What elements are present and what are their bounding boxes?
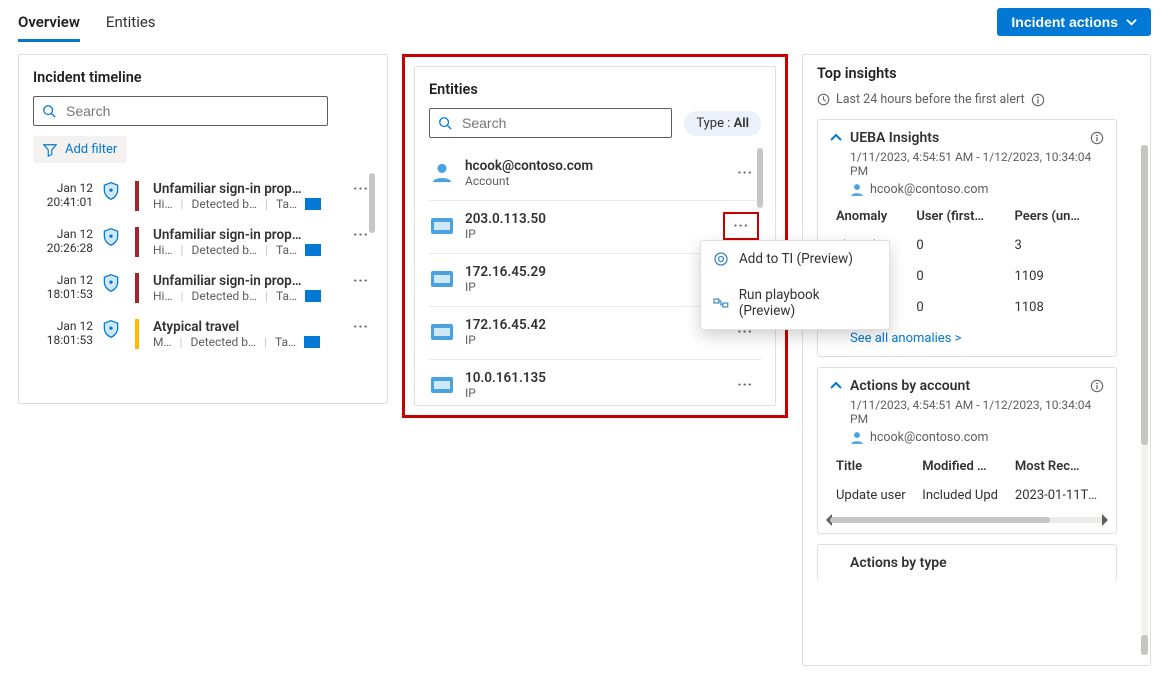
ip-icon [431, 377, 453, 393]
entities-search-input[interactable] [460, 114, 663, 132]
entity-more-menu[interactable]: ··· [731, 165, 759, 181]
account-icon [431, 162, 453, 184]
severity-bar-medium [135, 319, 139, 349]
timeline-search[interactable] [33, 96, 328, 126]
add-filter-label: Add filter [65, 142, 117, 157]
timeline-more-menu[interactable]: ··· [349, 273, 373, 289]
ip-icon [431, 324, 453, 340]
timeline-more-menu[interactable]: ··· [349, 319, 373, 335]
target-icon [713, 251, 729, 267]
entities-type-filter[interactable]: Type : All [684, 111, 761, 136]
add-filter-button[interactable]: Add filter [33, 136, 127, 163]
tab-entities[interactable]: Entities [106, 3, 156, 42]
actions-h-scrollbar[interactable] [830, 517, 1104, 523]
actions-by-type-card: Actions by type [817, 544, 1117, 581]
shield-icon [101, 181, 121, 201]
actions-table: TitleModified …Most Rec… Update userIncl… [830, 453, 1104, 511]
timeline-item[interactable]: Jan 1220:26:28 Unfamiliar sign-in prop… … [33, 219, 373, 265]
shield-icon [101, 227, 121, 247]
entities-title: Entities [429, 81, 761, 98]
timeline-item[interactable]: Jan 1218:01:53 Unfamiliar sign-in prop… … [33, 265, 373, 311]
tactic-icon [304, 336, 320, 348]
info-icon[interactable] [1031, 93, 1045, 107]
filter-icon [43, 143, 57, 157]
shield-icon [101, 273, 121, 293]
entities-scrollbar[interactable] [757, 148, 763, 208]
search-icon [438, 116, 452, 130]
chevron-up-icon[interactable] [830, 380, 842, 392]
info-icon[interactable] [1090, 379, 1104, 393]
chevron-up-icon[interactable] [830, 132, 842, 144]
info-icon[interactable] [1090, 131, 1104, 145]
entity-context-menu: Add to TI (Preview) Run playbook (Previe… [700, 240, 890, 330]
see-all-anomalies-link[interactable]: See all anomalies > [850, 331, 961, 346]
ueba-user: hcook@contoso.com [850, 182, 1104, 197]
severity-bar-high [135, 181, 139, 211]
timeline-scrollbar[interactable] [369, 173, 375, 233]
ip-icon [431, 218, 453, 234]
clock-icon [817, 93, 830, 106]
timeline-title: Incident timeline [33, 69, 373, 86]
severity-bar-high [135, 273, 139, 303]
entity-row[interactable]: hcook@contoso.comAccount ··· [429, 148, 761, 201]
timeline-search-input[interactable] [64, 102, 319, 120]
menu-run-playbook[interactable]: Run playbook (Preview) [701, 277, 889, 329]
insights-subtitle: Last 24 hours before the first alert [817, 92, 1146, 107]
ip-icon [431, 271, 453, 287]
chevron-down-icon [1126, 17, 1137, 28]
tab-overview[interactable]: Overview [18, 3, 80, 42]
tactic-icon [305, 198, 321, 210]
table-row[interactable]: Update userIncluded Upd2023-01-11T00 [830, 480, 1104, 511]
insights-scrollbar[interactable] [1141, 145, 1148, 655]
incident-actions-button[interactable]: Incident actions [997, 8, 1151, 36]
playbook-icon [713, 295, 729, 311]
entities-highlight-box: Entities Type : All [402, 54, 788, 418]
entities-search[interactable] [429, 108, 672, 138]
actions-by-account-card: Actions by account 1/11/2023, 4:54:51 AM… [817, 367, 1117, 534]
entity-more-menu[interactable]: ··· [731, 377, 759, 393]
severity-bar-high [135, 227, 139, 257]
incident-actions-label: Incident actions [1011, 14, 1118, 30]
tactic-icon [305, 290, 321, 302]
entity-row[interactable]: 10.0.161.135IP ··· [429, 360, 761, 406]
timeline-item[interactable]: Jan 1220:41:01 Unfamiliar sign-in prop… … [33, 173, 373, 219]
insights-title: Top insights [817, 65, 1146, 82]
timeline-item[interactable]: Jan 1218:01:53 Atypical travel M…|Detect… [33, 311, 373, 357]
entity-more-menu-highlighted[interactable]: ··· [723, 212, 759, 240]
account-icon [850, 431, 864, 445]
search-icon [42, 104, 56, 118]
account-icon [850, 183, 864, 197]
actions-user: hcook@contoso.com [850, 430, 1104, 445]
menu-add-to-ti[interactable]: Add to TI (Preview) [701, 241, 889, 277]
shield-icon [101, 319, 121, 339]
tactic-icon [305, 244, 321, 256]
